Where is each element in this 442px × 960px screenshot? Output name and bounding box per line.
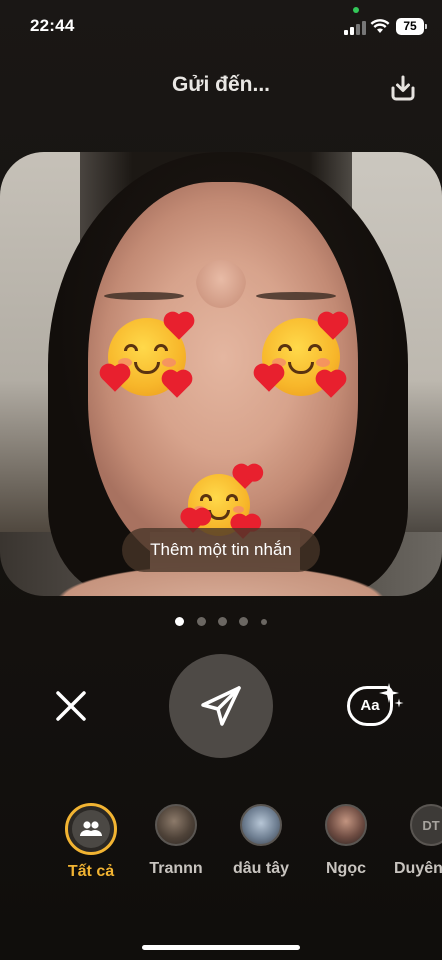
avatar-initials: DT bbox=[422, 817, 440, 833]
smiling-hearts-emoji-sticker[interactable] bbox=[256, 314, 346, 398]
recipient-avatar bbox=[240, 804, 282, 846]
recipient-avatar bbox=[65, 803, 117, 855]
close-icon bbox=[56, 691, 86, 721]
nose bbox=[196, 260, 246, 308]
recipient-dau-tay[interactable]: dâu tây bbox=[218, 804, 304, 878]
recipient-avatar: DT bbox=[410, 804, 442, 846]
page-title: Gửi đến... bbox=[171, 73, 271, 96]
recipient-trannn[interactable]: Trannn bbox=[133, 804, 219, 878]
download-icon bbox=[391, 75, 415, 101]
page-dot bbox=[239, 617, 249, 627]
sparkle-small-icon bbox=[394, 698, 404, 708]
recipient-label: Ngọc bbox=[326, 860, 366, 877]
send-icon bbox=[201, 686, 241, 726]
status-bar: 22:44 75 bbox=[0, 0, 442, 52]
add-message-input[interactable]: Thêm một tin nhắn bbox=[122, 528, 320, 572]
page-dot bbox=[175, 617, 185, 627]
home-indicator[interactable] bbox=[142, 945, 300, 950]
smiling-hearts-emoji-sticker[interactable] bbox=[183, 469, 255, 539]
download-button[interactable] bbox=[386, 71, 420, 105]
page-dot bbox=[260, 618, 267, 625]
page-indicator bbox=[0, 613, 442, 627]
camera-in-use-indicator bbox=[353, 7, 359, 13]
recipient-label: Duyên bbox=[394, 860, 442, 877]
group-icon bbox=[80, 821, 102, 836]
recipient-avatar bbox=[155, 804, 197, 846]
page-dot bbox=[196, 617, 206, 627]
page-dot bbox=[218, 617, 227, 627]
send-to-screen: 22:44 75 Gửi đến... Thêm một tin nhắn Aa… bbox=[0, 0, 442, 960]
smiling-hearts-emoji-sticker[interactable] bbox=[102, 314, 192, 398]
battery-icon: 75 bbox=[396, 18, 427, 35]
recipient-label: dâu tây bbox=[232, 860, 289, 877]
signal-icon bbox=[344, 21, 366, 35]
recipient-list: Tất cả Trannn dâu tây Ngọc DT Duyên bbox=[0, 803, 442, 894]
left-eyebrow bbox=[104, 292, 184, 300]
status-time: 22:44 bbox=[30, 16, 75, 35]
right-eyebrow bbox=[256, 292, 336, 300]
wifi-icon bbox=[370, 18, 390, 34]
recipient-ngoc[interactable]: Ngọc bbox=[303, 804, 389, 878]
send-button[interactable] bbox=[169, 654, 273, 758]
recipient-duyen[interactable]: DT Duyên bbox=[388, 804, 442, 878]
close-button[interactable] bbox=[51, 686, 91, 726]
recipient-label: Trannn bbox=[149, 860, 203, 877]
recipient-all[interactable]: Tất cả bbox=[48, 803, 134, 881]
recipient-label: Tất cả bbox=[67, 863, 115, 880]
text-style-button[interactable]: Aa bbox=[342, 682, 404, 730]
recipient-avatar bbox=[325, 804, 367, 846]
